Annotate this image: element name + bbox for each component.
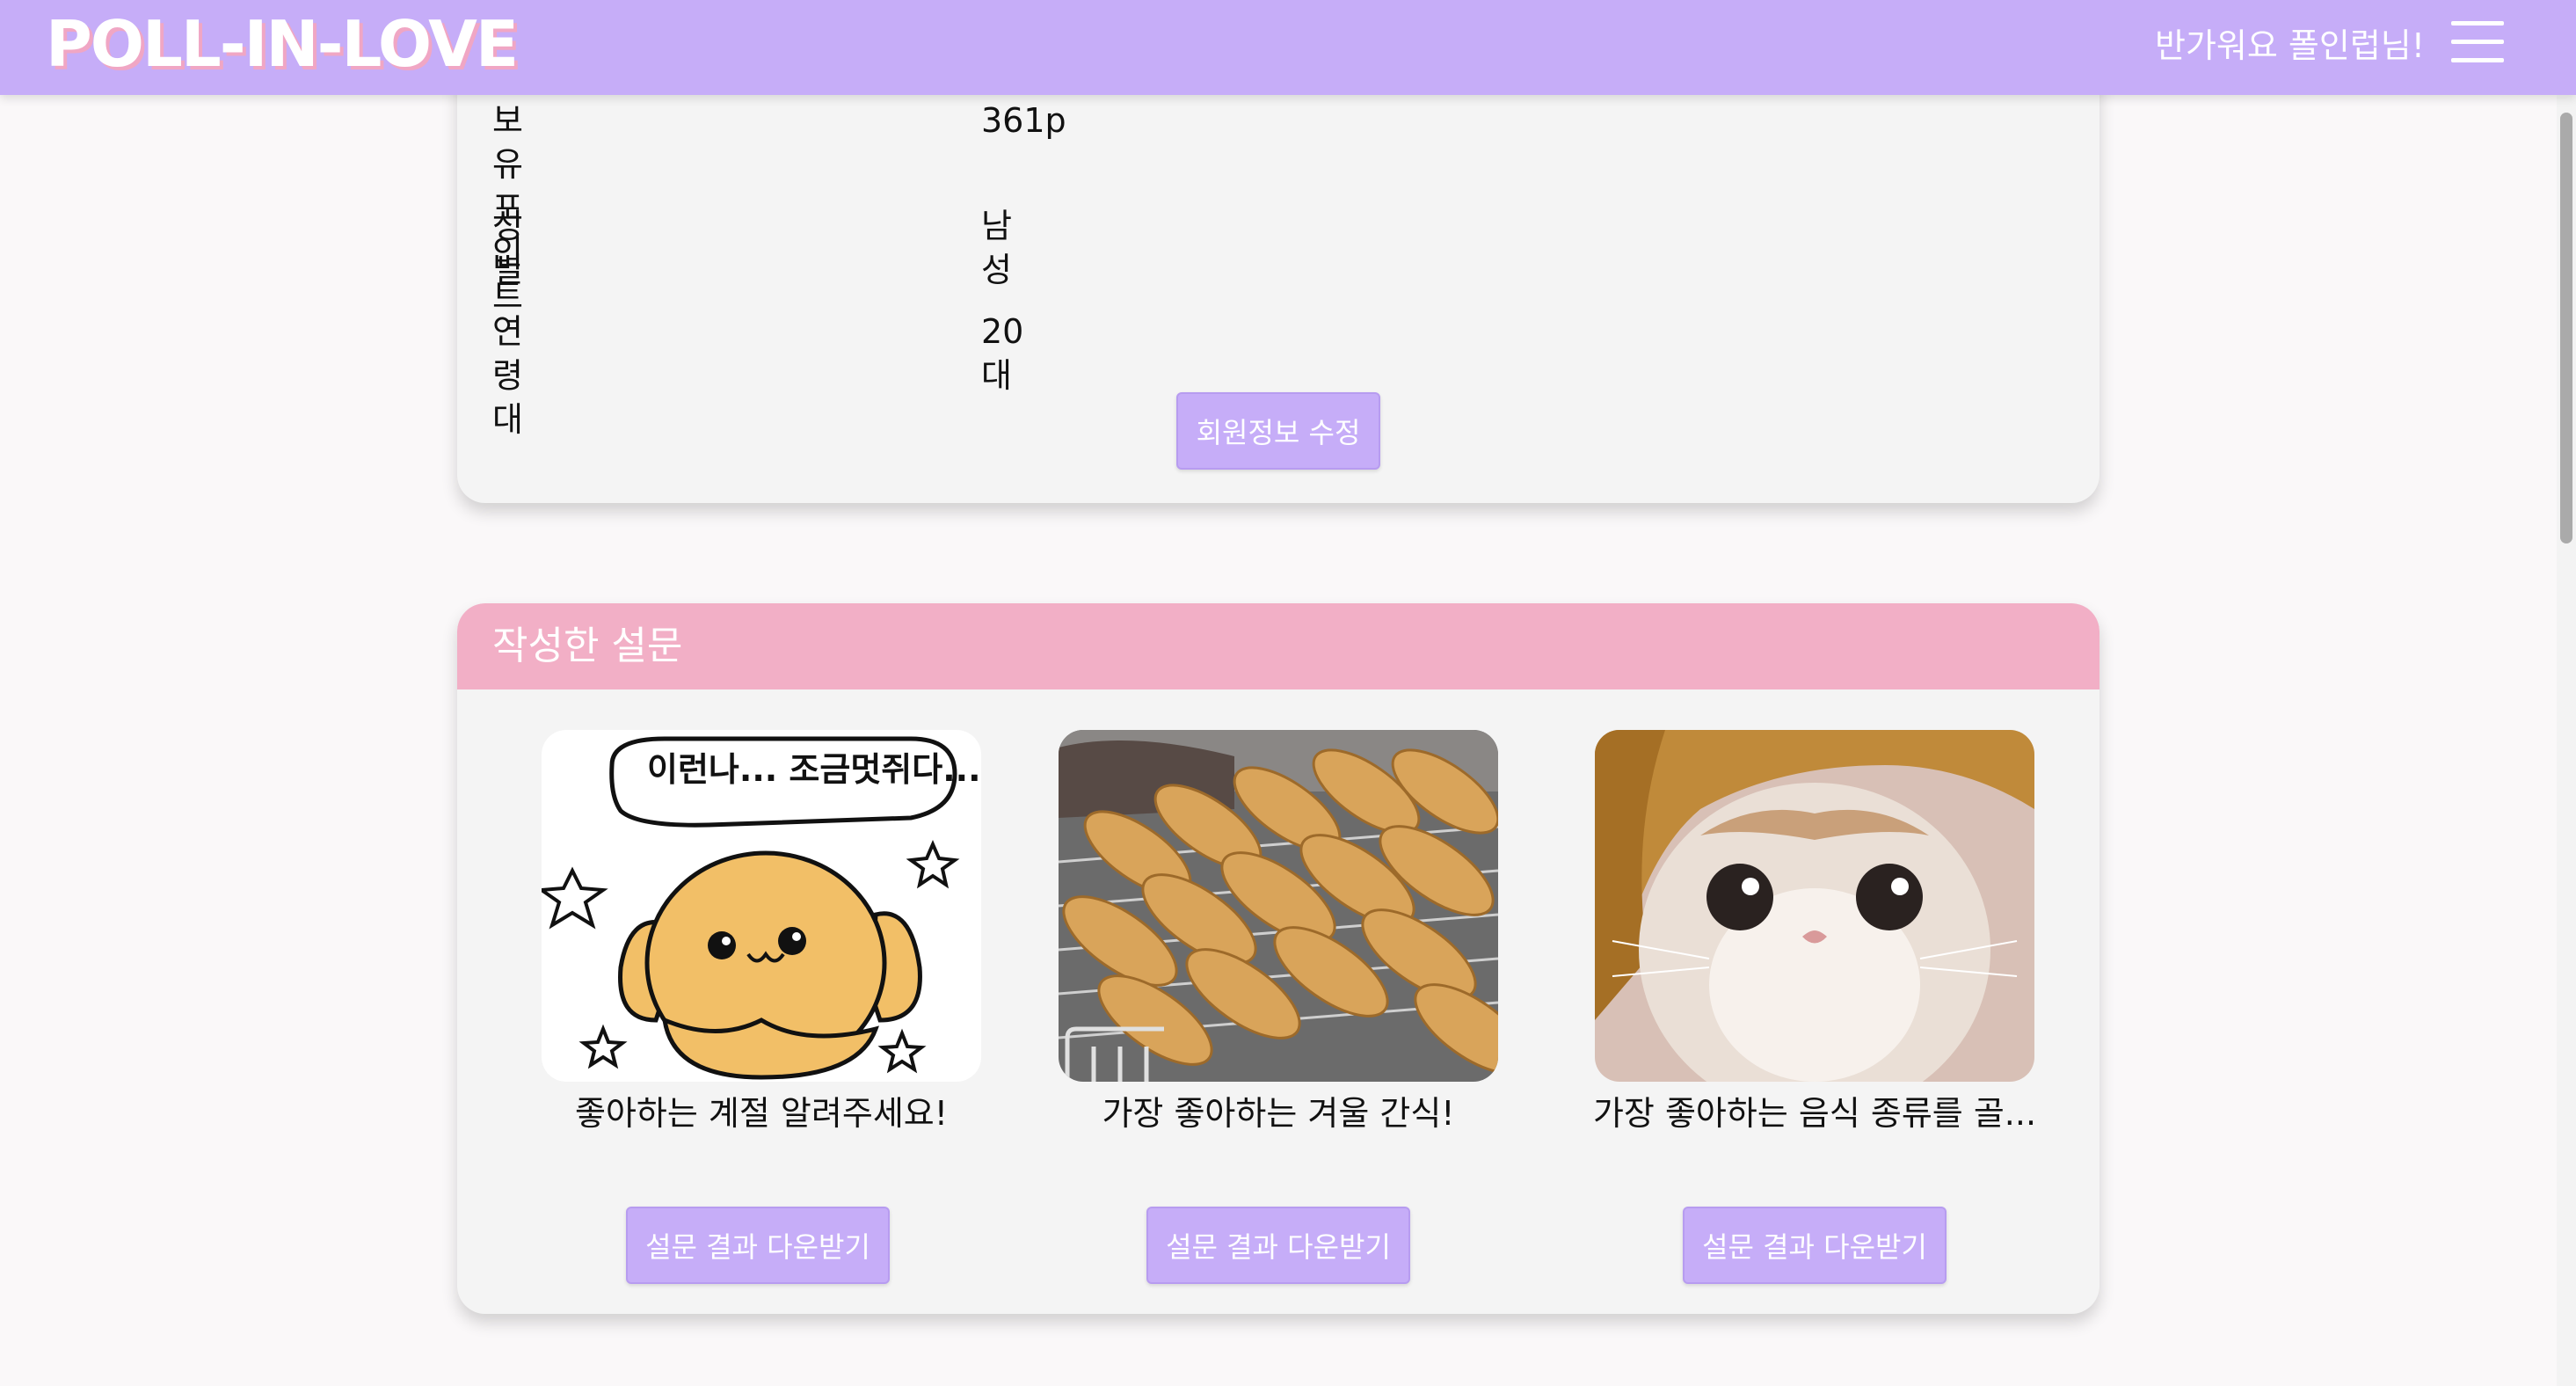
kitten-thumbnail[interactable] xyxy=(1595,730,2034,1082)
surveys-section-header: 작성한 설문 xyxy=(457,603,2099,689)
survey-title: 가장 좋아하는 음식 종류를 골... xyxy=(1592,1094,2037,1133)
edit-profile-button[interactable]: 회원정보 수정 xyxy=(1176,392,1380,470)
gender-value: 남성 xyxy=(981,207,1012,289)
menu-bar-line xyxy=(2451,58,2504,62)
download-results-button[interactable]: 설문 결과 다운받기 xyxy=(626,1207,890,1284)
fish-bread-thumbnail[interactable] xyxy=(1059,730,1498,1082)
kitten-image xyxy=(1595,730,2034,1082)
user-greeting: 반가워요 폴인럽님! xyxy=(2155,26,2425,65)
written-surveys-card: 작성한 설문 이런나... 조금멋쥐다...! 좋아하는 계절 알려주세요! 설… xyxy=(457,603,2099,1314)
hamburger-menu-icon[interactable] xyxy=(2451,21,2504,63)
menu-bar-line xyxy=(2451,21,2504,26)
download-results-button[interactable]: 설문 결과 다운받기 xyxy=(1683,1207,1947,1284)
age-label: 연령대 xyxy=(492,312,523,439)
cartoon-dog-thumbnail[interactable]: 이런나... 조금멋쥐다...! xyxy=(542,730,981,1082)
download-results-button[interactable]: 설문 결과 다운받기 xyxy=(1146,1207,1410,1284)
survey-title: 좋아하는 계절 알려주세요! xyxy=(575,1094,948,1133)
points-value: 361p xyxy=(981,101,1066,140)
gender-label: 성별 xyxy=(492,207,523,289)
menu-bar-line xyxy=(2451,40,2504,44)
survey-title: 가장 좋아하는 겨울 간식! xyxy=(1102,1094,1455,1133)
fish-bread-image xyxy=(1059,730,1498,1082)
speech-bubble-text: 이런나... 조금멋쥐다...! xyxy=(647,750,981,789)
site-logo[interactable]: POLL-IN-LOVE xyxy=(46,4,519,84)
survey-card[interactable]: 가장 좋아하는 겨울 간식! 설문 결과 다운받기 xyxy=(1059,730,1498,1284)
cartoon-dog-image: 이런나... 조금멋쥐다...! xyxy=(542,730,981,1082)
scrollbar-thumb[interactable] xyxy=(2560,113,2572,543)
top-header: POLL-IN-LOVE 반가워요 폴인럽님! xyxy=(0,0,2576,95)
surveys-section-title: 작성한 설문 xyxy=(492,624,683,668)
survey-card[interactable]: 가장 좋아하는 음식 종류를 골... 설문 결과 다운받기 xyxy=(1593,730,2036,1284)
survey-card[interactable]: 이런나... 조금멋쥐다...! 좋아하는 계절 알려주세요! 설문 결과 다운… xyxy=(542,730,981,1284)
age-value: 20대 xyxy=(981,312,1024,395)
